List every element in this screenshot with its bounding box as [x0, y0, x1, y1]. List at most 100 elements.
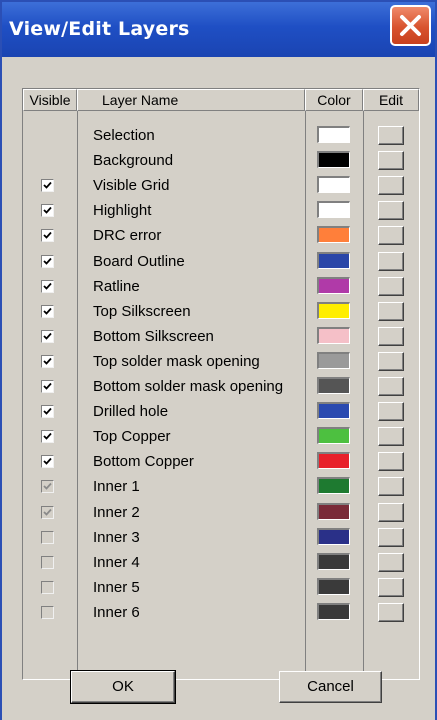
- layer-name: Highlight: [93, 202, 152, 220]
- layer-row: Highlight: [23, 198, 419, 223]
- edit-layer-button[interactable]: [378, 377, 404, 396]
- column-header-edit[interactable]: Edit: [363, 89, 419, 111]
- visible-checkbox[interactable]: [41, 304, 54, 318]
- checkmark-icon: [43, 257, 52, 265]
- color-swatch[interactable]: [317, 552, 350, 570]
- visible-checkbox[interactable]: [41, 204, 54, 218]
- edit-layer-button[interactable]: [378, 351, 404, 371]
- color-swatch[interactable]: [317, 477, 350, 495]
- edit-layer-button[interactable]: [378, 176, 404, 196]
- edit-layer-button[interactable]: [378, 477, 404, 497]
- checkmark-icon: [43, 433, 52, 440]
- layer-name: Inner 5: [93, 578, 140, 596]
- edit-layer-button[interactable]: [378, 427, 404, 447]
- color-swatch[interactable]: [317, 251, 350, 269]
- edit-layer-button[interactable]: [378, 201, 404, 221]
- color-swatch[interactable]: [317, 452, 350, 470]
- visible-checkbox[interactable]: [41, 405, 54, 419]
- color-swatch[interactable]: [317, 402, 350, 420]
- color-swatch[interactable]: [317, 427, 350, 445]
- layer-name: Bottom Copper: [93, 453, 194, 471]
- checkmark-icon: [43, 332, 52, 340]
- visible-checkbox[interactable]: [41, 329, 54, 343]
- visible-checkbox[interactable]: [41, 279, 54, 293]
- color-swatch[interactable]: [317, 201, 350, 219]
- color-swatch[interactable]: [317, 377, 350, 394]
- layer-name: Bottom Silkscreen: [93, 327, 214, 345]
- layer-row: Inner 5: [23, 575, 419, 600]
- color-swatch[interactable]: [317, 126, 350, 143]
- visible-checkbox[interactable]: [41, 229, 54, 243]
- color-swatch[interactable]: [317, 226, 350, 244]
- layer-row: Bottom solder mask opening: [23, 374, 419, 399]
- layer-name: Inner 6: [93, 603, 140, 621]
- layer-name: Inner 3: [93, 528, 140, 546]
- checkmark-icon: [43, 307, 52, 315]
- layer-row: Bottom Silkscreen: [23, 324, 419, 349]
- layers-grid: Visible Layer Name Color Edit Selection B…: [22, 88, 420, 681]
- edit-layer-button[interactable]: [378, 577, 404, 597]
- close-button[interactable]: [390, 5, 431, 46]
- edit-layer-button[interactable]: [378, 527, 404, 547]
- edit-layer-button[interactable]: [378, 276, 404, 296]
- layer-row: DRC error: [23, 223, 419, 248]
- edit-layer-button[interactable]: [378, 402, 404, 422]
- color-swatch[interactable]: [317, 502, 350, 520]
- color-swatch[interactable]: [317, 301, 350, 319]
- visible-checkbox[interactable]: [41, 254, 54, 268]
- layer-row: Background: [23, 148, 419, 173]
- visible-checkbox[interactable]: [41, 354, 54, 368]
- visible-checkbox[interactable]: [41, 605, 54, 619]
- visible-checkbox[interactable]: [41, 505, 54, 519]
- layer-name: Inner 4: [93, 553, 140, 571]
- color-swatch[interactable]: [317, 326, 350, 344]
- layer-name: Top Silkscreen: [93, 302, 191, 320]
- visible-checkbox[interactable]: [41, 380, 54, 393]
- color-swatch[interactable]: [317, 276, 350, 294]
- edit-layer-button[interactable]: [378, 251, 404, 271]
- edit-layer-button[interactable]: [378, 126, 404, 145]
- edit-layer-button[interactable]: [378, 502, 404, 522]
- column-header-visible[interactable]: Visible: [23, 89, 77, 111]
- ok-button[interactable]: OK: [70, 670, 176, 704]
- edit-layer-button[interactable]: [378, 151, 404, 171]
- visible-checkbox[interactable]: [41, 530, 54, 544]
- visible-checkbox[interactable]: [41, 480, 54, 494]
- edit-layer-button[interactable]: [378, 226, 404, 246]
- edit-layer-button[interactable]: [378, 301, 404, 321]
- checkmark-icon: [43, 483, 52, 491]
- close-icon: [400, 15, 421, 36]
- layer-row: Top solder mask opening: [23, 349, 419, 374]
- visible-checkbox[interactable]: [41, 455, 54, 469]
- checkmark-icon: [43, 382, 52, 390]
- edit-layer-button[interactable]: [378, 552, 404, 572]
- color-swatch[interactable]: [317, 577, 350, 595]
- color-swatch[interactable]: [317, 602, 350, 620]
- layer-name: Top solder mask opening: [93, 352, 260, 370]
- column-header-color[interactable]: Color: [305, 89, 363, 111]
- color-swatch[interactable]: [317, 176, 350, 194]
- edit-layer-button[interactable]: [378, 602, 404, 622]
- visible-checkbox[interactable]: [41, 580, 54, 594]
- cancel-button[interactable]: Cancel: [279, 671, 382, 703]
- checkmark-icon: [43, 357, 52, 365]
- visible-checkbox[interactable]: [41, 555, 54, 569]
- layer-row: Inner 6: [23, 600, 419, 625]
- layer-row: Drilled hole: [23, 399, 419, 424]
- color-swatch[interactable]: [317, 151, 350, 169]
- window-title: View/Edit Layers: [9, 18, 190, 40]
- visible-checkbox[interactable]: [41, 430, 54, 444]
- layer-row: Board Outline: [23, 249, 419, 274]
- layer-name: Background: [93, 152, 174, 170]
- column-header-layer-name[interactable]: Layer Name: [77, 89, 305, 111]
- checkmark-icon: [43, 458, 52, 466]
- layer-name: Bottom solder mask opening: [93, 378, 284, 395]
- visible-checkbox[interactable]: [41, 179, 54, 193]
- color-swatch[interactable]: [317, 527, 350, 545]
- layer-row: Bottom Copper: [23, 449, 419, 474]
- layer-name: DRC error: [93, 227, 162, 245]
- edit-layer-button[interactable]: [378, 452, 404, 472]
- color-swatch[interactable]: [317, 351, 350, 369]
- edit-layer-button[interactable]: [378, 326, 404, 346]
- title-bar[interactable]: View/Edit Layers: [2, 2, 435, 57]
